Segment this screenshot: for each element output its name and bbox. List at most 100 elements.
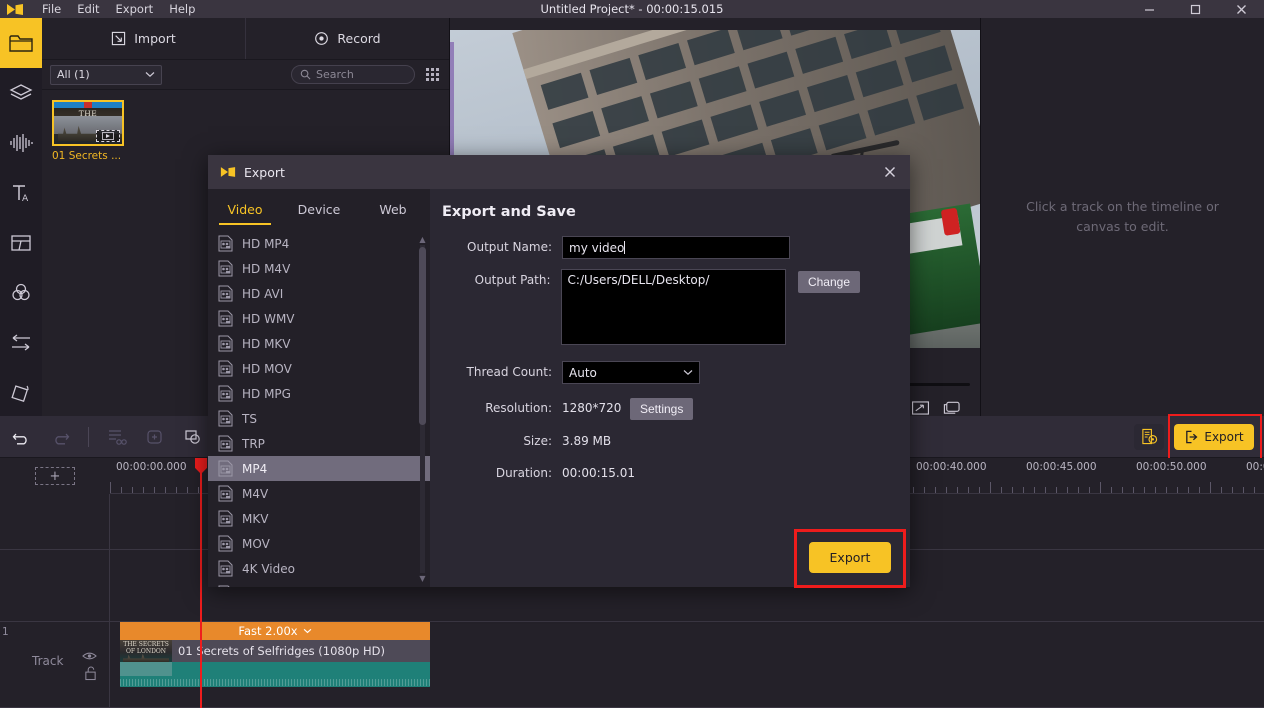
duration-label: Duration: — [495, 466, 552, 480]
media-item-label: 01 Secrets ... — [52, 150, 122, 162]
search-input[interactable]: Search — [291, 65, 415, 84]
size-label: Size: — [523, 434, 552, 448]
format-item-label: MOV — [242, 536, 270, 551]
media-filter-select[interactable]: All (1) — [50, 64, 162, 85]
wondershare-logo-icon — [0, 0, 30, 18]
format-item-mp4[interactable]: MP4 — [208, 456, 430, 481]
rail-item-text[interactable]: A — [0, 168, 42, 218]
menu-file[interactable]: File — [42, 2, 61, 16]
format-item-hd-mpg[interactable]: HD MPG — [208, 381, 430, 406]
title-bar: File Edit Export Help Untitled Project* … — [0, 0, 1264, 18]
change-path-button[interactable]: Change — [797, 271, 860, 293]
clip-body: THE SECRETS OF LONDON 01 Secrets of Self… — [120, 640, 430, 662]
output-name-row: Output Name: my video — [430, 236, 790, 259]
clip-speed-badge[interactable]: Fast 2.00x — [120, 622, 430, 640]
format-item-mov[interactable]: MOV — [208, 531, 430, 556]
export-dialog-body: Video Device Web HD MP4 HD M4V HD AVI HD WM… — [208, 189, 910, 587]
export-dialog: Export Video Device Web HD MP4 HD M4V HD A… — [208, 155, 910, 587]
close-button[interactable] — [1218, 0, 1264, 18]
size-row: Size: 3.89 MB — [430, 434, 730, 448]
tab-web[interactable]: Web — [356, 189, 430, 231]
grid-view-icon[interactable] — [423, 66, 441, 84]
format-item-hd-mov[interactable]: HD MOV — [208, 356, 430, 381]
video-badge-icon — [96, 130, 120, 142]
scroll-down-arrow[interactable]: ▼ — [418, 574, 427, 583]
duration-row: Duration: 00:00:15.01 — [430, 466, 760, 480]
close-icon[interactable] — [870, 155, 910, 189]
timeline-toolbar-right: Export — [1134, 423, 1264, 450]
window-controls — [1126, 0, 1264, 18]
rail-item-audio[interactable] — [0, 118, 42, 168]
rail-item-color[interactable] — [0, 268, 42, 318]
scrollbar-thumb[interactable] — [419, 247, 426, 425]
output-path-row: Output Path: C:/Users/DELL/Desktop/ Chan… — [430, 269, 860, 345]
rail-item-effects[interactable] — [0, 368, 42, 418]
output-path-value: C:/Users/DELL/Desktop/ — [567, 273, 710, 287]
text-caret — [624, 241, 626, 254]
track-row[interactable]: 1 Track Fast 2.00x THE SECRETS OF LONDON… — [0, 622, 1264, 708]
format-list-scrollbar[interactable]: ▲ ▼ — [418, 235, 427, 583]
format-item-hd-mp4[interactable]: HD MP4 — [208, 231, 430, 256]
add-track-header: + — [0, 458, 110, 494]
rail-item-transitions[interactable] — [0, 318, 42, 368]
rail-item-media-library[interactable] — [0, 18, 42, 68]
format-item-hd-avi[interactable]: HD AVI — [208, 281, 430, 306]
format-item-m4v[interactable]: M4V — [208, 481, 430, 506]
add-track-button[interactable]: + — [35, 467, 75, 485]
menu-help[interactable]: Help — [169, 2, 195, 16]
menu-bar: File Edit Export Help — [42, 2, 195, 16]
mask-icon[interactable] — [181, 425, 205, 449]
track-lane-video[interactable]: Fast 2.00x THE SECRETS OF LONDON 01 Secr… — [110, 622, 1264, 707]
left-icon-rail: A — [0, 18, 42, 416]
menu-export[interactable]: Export — [116, 2, 154, 16]
export-button-dialog[interactable]: Export — [809, 542, 891, 573]
media-item[interactable]: THE SECRETS OF LONDON 01 Secrets ... — [52, 100, 124, 162]
format-item-mkv[interactable]: MKV — [208, 506, 430, 531]
text-icon: A — [13, 185, 29, 204]
media-tabs: Import Record — [42, 18, 449, 60]
resolution-settings-button[interactable]: Settings — [630, 397, 694, 420]
format-item-hd-mkv[interactable]: HD MKV — [208, 331, 430, 356]
media-filter-row: All (1) Search — [42, 60, 449, 90]
export-button-toolbar[interactable]: Export — [1174, 423, 1254, 450]
scroll-up-arrow[interactable]: ▲ — [418, 235, 427, 244]
tab-device[interactable]: Device — [282, 189, 356, 231]
format-item-hd-wmv[interactable]: HD WMV — [208, 306, 430, 331]
output-path-field[interactable]: C:/Users/DELL/Desktop/ — [560, 269, 786, 345]
undo-icon[interactable] — [10, 425, 34, 449]
media-filter-value: All (1) — [57, 68, 90, 81]
thread-count-label: Thread Count: — [466, 365, 552, 379]
output-name-field[interactable]: my video — [562, 236, 790, 259]
tab-video[interactable]: Video — [208, 189, 282, 231]
format-item-label: TRP — [242, 436, 265, 451]
render-preview-icon[interactable] — [1134, 423, 1164, 450]
rail-item-layers[interactable] — [0, 68, 42, 118]
unlock-icon[interactable] — [84, 666, 97, 685]
rail-item-split-screen[interactable] — [0, 218, 42, 268]
thread-count-select[interactable]: Auto — [562, 361, 700, 384]
import-tab[interactable]: Import — [42, 18, 245, 59]
folder-icon — [9, 35, 33, 52]
track-gutter — [0, 550, 110, 621]
output-path-label: Output Path: — [474, 273, 551, 287]
format-item-partial[interactable] — [208, 581, 430, 587]
record-tab[interactable]: Record — [245, 18, 449, 59]
record-tab-label: Record — [337, 31, 381, 46]
format-item-hd-m4v[interactable]: HD M4V — [208, 256, 430, 281]
crop-icon[interactable] — [143, 425, 167, 449]
format-item-4k-video[interactable]: 4K Video — [208, 556, 430, 581]
preview-scrub-line[interactable] — [905, 383, 970, 386]
eye-icon[interactable] — [82, 646, 97, 665]
maximize-button[interactable] — [1172, 0, 1218, 18]
format-item-trp[interactable]: TRP — [208, 431, 430, 456]
menu-edit[interactable]: Edit — [77, 2, 99, 16]
redo-icon[interactable] — [48, 425, 72, 449]
format-item-ts[interactable]: TS — [208, 406, 430, 431]
playhead[interactable] — [195, 458, 207, 708]
track-gutter-video: 1 Track — [0, 622, 110, 707]
split-icon[interactable] — [105, 425, 129, 449]
format-list[interactable]: HD MP4 HD M4V HD AVI HD WMV HD MKV HD MOV HD M… — [208, 231, 430, 587]
edit-hint-line2: canvas to edit. — [1076, 219, 1169, 234]
timeline-clip[interactable]: Fast 2.00x THE SECRETS OF LONDON 01 Secr… — [120, 622, 430, 687]
minimize-button[interactable] — [1126, 0, 1172, 18]
